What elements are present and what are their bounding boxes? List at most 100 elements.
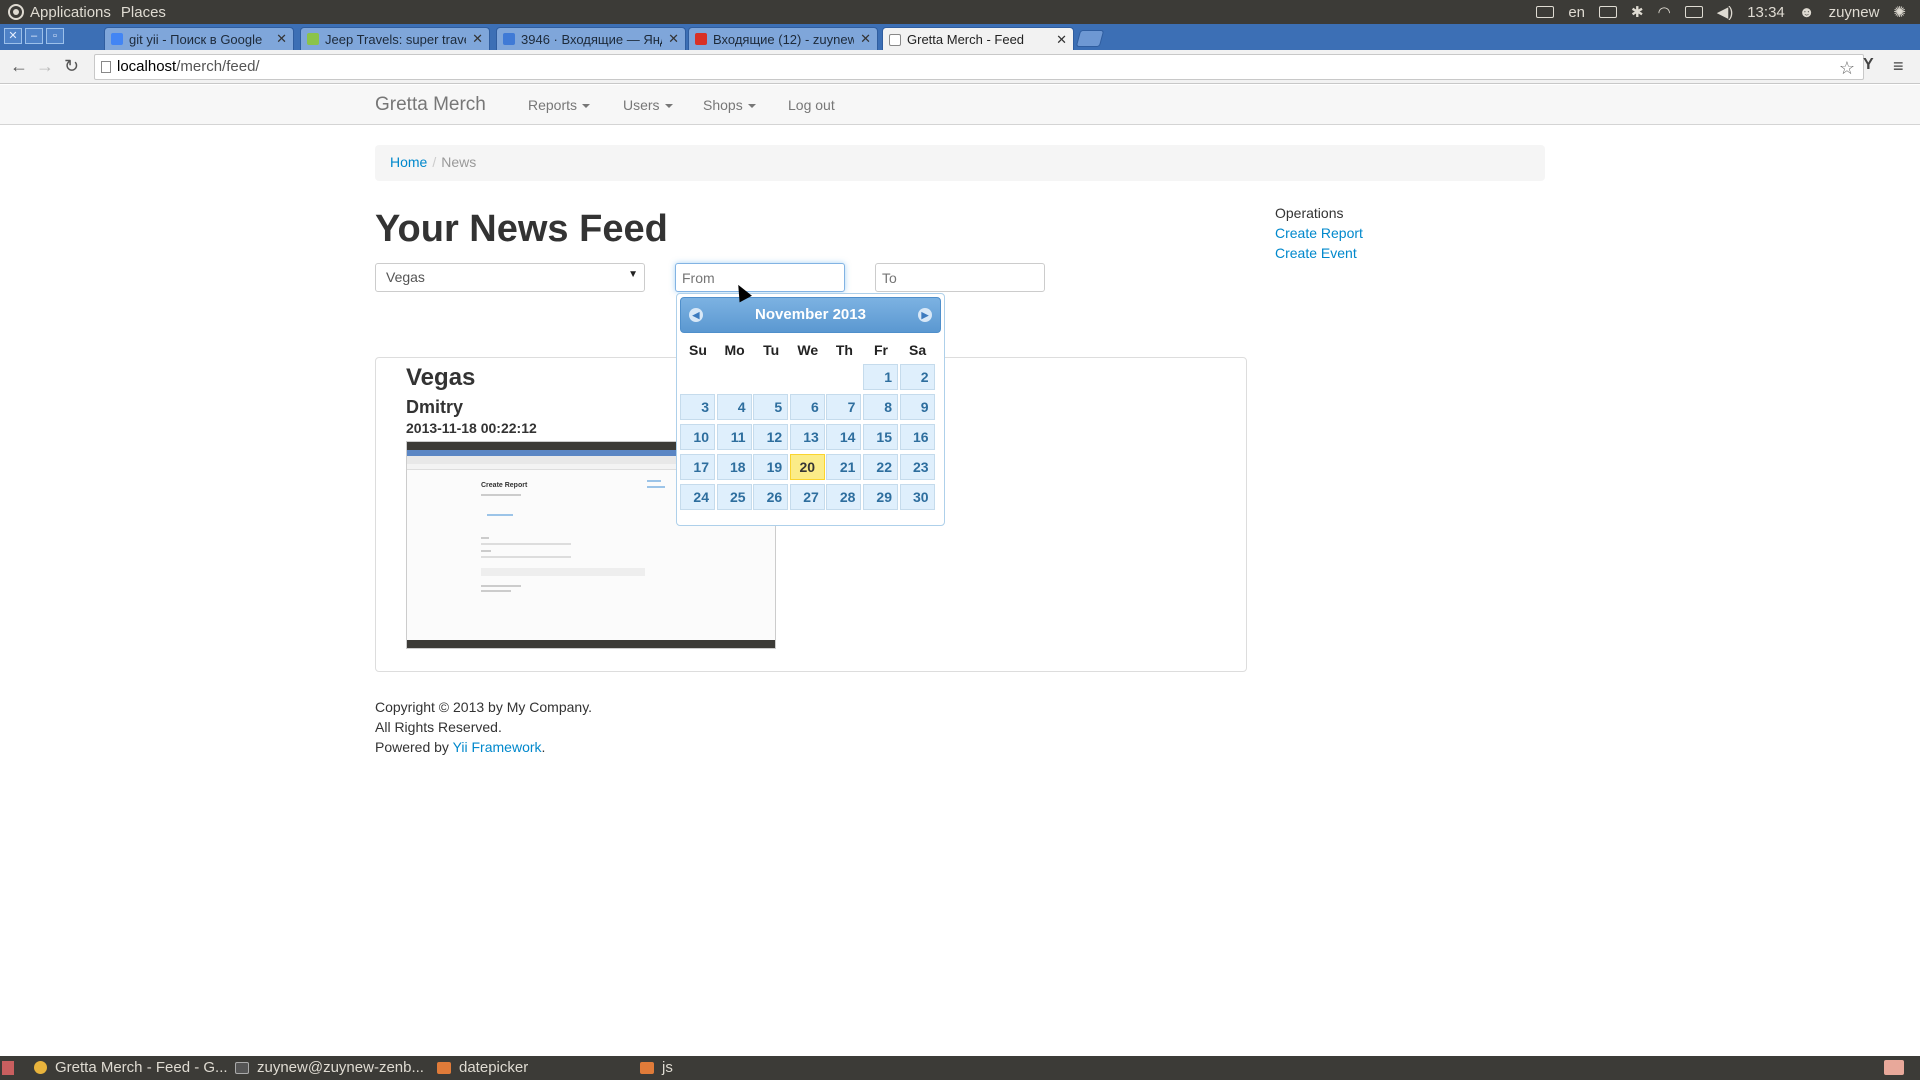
- window-close-icon[interactable]: ✕: [4, 28, 22, 44]
- trash-icon[interactable]: [1884, 1060, 1904, 1075]
- gmail-favicon-icon: [695, 33, 707, 45]
- tab-yandex-mail[interactable]: 3946 · Входящие — Янде ✕: [496, 27, 686, 50]
- calendar-day[interactable]: 8: [863, 394, 898, 420]
- nav-users[interactable]: Users: [623, 97, 673, 113]
- calendar-day[interactable]: 27: [789, 484, 825, 510]
- calendar-day[interactable]: 5: [753, 394, 789, 420]
- forward-arrow-icon[interactable]: →: [36, 56, 54, 77]
- datepicker-header: ◀ November 2013 ▶: [680, 297, 941, 333]
- calendar-day[interactable]: 21: [826, 454, 862, 480]
- settings-gear-icon[interactable]: ✺: [1893, 3, 1906, 21]
- from-date-input[interactable]: [675, 263, 845, 292]
- calendar-day[interactable]: 4: [716, 394, 752, 420]
- folder-icon: [640, 1061, 654, 1074]
- breadcrumb-home-link[interactable]: Home: [390, 154, 427, 170]
- footer: Copyright © 2013 by My Company. All Righ…: [375, 697, 592, 757]
- taskbar-item-js-folder[interactable]: js: [640, 1059, 673, 1076]
- tab-gretta-merch-feed[interactable]: Gretta Merch - Feed ✕: [882, 27, 1074, 51]
- calendar-day[interactable]: 15: [863, 424, 898, 450]
- calendar-day[interactable]: 23: [899, 454, 935, 480]
- tab-close-icon[interactable]: ✕: [472, 31, 483, 47]
- create-event-link[interactable]: Create Event: [1275, 243, 1363, 263]
- tab-gmail[interactable]: Входящие (12) - zuynew2 ✕: [688, 27, 878, 50]
- calendar-day[interactable]: 17: [680, 454, 715, 480]
- calendar-day[interactable]: 22: [863, 454, 898, 480]
- taskbar-item-datepicker-folder[interactable]: datepicker: [437, 1059, 528, 1076]
- calendar-day[interactable]: 2: [899, 364, 935, 390]
- calendar-day-today[interactable]: 20: [789, 454, 825, 480]
- clock[interactable]: 13:34: [1747, 4, 1785, 21]
- weekday-header: Su: [689, 342, 707, 358]
- back-arrow-icon[interactable]: ←: [10, 56, 28, 77]
- applications-menu[interactable]: Applications: [30, 4, 111, 21]
- calendar-day[interactable]: 11: [716, 424, 752, 450]
- nav-shops[interactable]: Shops: [703, 97, 756, 113]
- taskbar-browser-label: Gretta Merch - Feed - G...: [55, 1059, 228, 1076]
- create-report-link[interactable]: Create Report: [1275, 223, 1363, 243]
- mail-icon[interactable]: [1599, 6, 1618, 18]
- calendar-day[interactable]: 26: [753, 484, 789, 510]
- calendar-day[interactable]: 28: [826, 484, 862, 510]
- calendar-day[interactable]: 24: [680, 484, 715, 510]
- taskbar-item-browser[interactable]: Gretta Merch - Feed - G...: [34, 1059, 228, 1076]
- reload-icon[interactable]: ↻: [64, 56, 79, 77]
- calendar-day[interactable]: 16: [899, 424, 935, 450]
- operations-title: Operations: [1275, 205, 1344, 221]
- yandex-extension-icon[interactable]: Y: [1863, 56, 1874, 74]
- browser-menu-icon[interactable]: ≡: [1893, 56, 1904, 77]
- keyboard-icon[interactable]: [1536, 6, 1555, 18]
- tab-close-icon[interactable]: ✕: [860, 31, 871, 47]
- yii-framework-link[interactable]: Yii Framework: [453, 739, 542, 755]
- bluetooth-icon[interactable]: ✱: [1631, 3, 1644, 21]
- new-tab-button[interactable]: [1075, 30, 1105, 47]
- address-bar[interactable]: localhost/merch/feed/ ☆: [94, 54, 1864, 80]
- tab-close-icon[interactable]: ✕: [1056, 32, 1067, 48]
- bookmark-star-icon[interactable]: ☆: [1839, 56, 1855, 80]
- calendar-day[interactable]: 12: [753, 424, 789, 450]
- battery-icon[interactable]: [1684, 6, 1703, 18]
- blogger-favicon-icon: [307, 33, 319, 45]
- show-desktop-icon[interactable]: [2, 1061, 14, 1075]
- calendar-day[interactable]: 25: [716, 484, 752, 510]
- ubuntu-logo-icon[interactable]: [8, 4, 24, 20]
- tab-google-search[interactable]: git yii - Поиск в Google ✕: [104, 27, 294, 50]
- shop-select-value: Vegas: [386, 269, 425, 285]
- nav-reports[interactable]: Reports: [528, 97, 591, 113]
- calendar-day[interactable]: 3: [680, 394, 715, 420]
- language-indicator[interactable]: en: [1568, 4, 1585, 21]
- datepicker-popup: ◀ November 2013 ▶ Su Mo Tu We Th Fr Sa 1 2 3 4 5 6 7 8…: [676, 293, 945, 526]
- calendar-day[interactable]: 10: [680, 424, 715, 450]
- calendar-day[interactable]: 7: [826, 394, 862, 420]
- taskbar-item-terminal[interactable]: zuynew@zuynew-zenb...: [235, 1059, 424, 1076]
- calendar-day[interactable]: 9: [899, 394, 935, 420]
- footer-copyright: Copyright © 2013 by My Company.: [375, 699, 593, 715]
- calendar-day[interactable]: 6: [789, 394, 825, 420]
- tab-close-icon[interactable]: ✕: [668, 31, 679, 47]
- window-minimize-icon[interactable]: –: [25, 28, 43, 44]
- places-menu[interactable]: Places: [121, 4, 166, 21]
- datepicker-prev-icon[interactable]: ◀: [689, 308, 703, 322]
- caret-down-icon: [582, 104, 591, 109]
- site-brand[interactable]: Gretta Merch: [375, 94, 486, 116]
- calendar-day[interactable]: 30: [899, 484, 935, 510]
- calendar-day[interactable]: 29: [863, 484, 898, 510]
- tab-jeep-travels[interactable]: Jeep Travels: super travel ✕: [300, 27, 490, 50]
- tab-close-icon[interactable]: ✕: [276, 31, 287, 47]
- window-maximize-icon[interactable]: ▫: [46, 28, 64, 44]
- nav-logout[interactable]: Log out: [788, 97, 835, 113]
- user-icon[interactable]: ☻: [1799, 4, 1815, 21]
- shop-select[interactable]: Vegas ▼: [375, 263, 645, 292]
- calendar-day[interactable]: 13: [789, 424, 825, 450]
- wifi-icon[interactable]: ◠: [1658, 3, 1671, 21]
- calendar-day[interactable]: 19: [753, 454, 789, 480]
- weekday-header: Mo: [724, 342, 745, 358]
- user-name[interactable]: zuynew: [1829, 4, 1880, 21]
- caret-down-icon: [747, 104, 756, 109]
- calendar-day[interactable]: 14: [826, 424, 862, 450]
- calendar-day[interactable]: 18: [716, 454, 752, 480]
- datepicker-next-icon[interactable]: ▶: [918, 308, 932, 322]
- volume-icon[interactable]: ◀): [1717, 3, 1734, 21]
- terminal-icon: [235, 1061, 249, 1074]
- to-date-input[interactable]: [875, 263, 1045, 292]
- calendar-day[interactable]: 1: [863, 364, 898, 390]
